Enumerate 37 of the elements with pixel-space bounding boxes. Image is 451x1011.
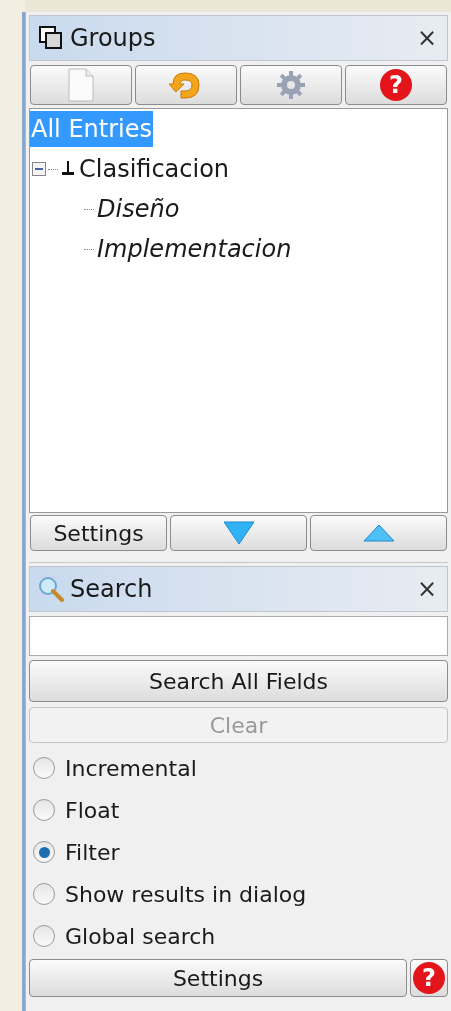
radio-label: Incremental [65, 754, 197, 783]
new-button[interactable] [30, 65, 132, 105]
tree-item[interactable]: Diseño [96, 191, 181, 227]
search-all-fields-button[interactable]: Search All Fields [29, 660, 448, 702]
help-icon: ? [380, 69, 412, 101]
gear-icon [276, 70, 306, 100]
help-button[interactable]: ? [345, 65, 447, 105]
radio-label: Global search [65, 922, 216, 951]
panel-title: Search [70, 574, 154, 605]
page-icon [68, 68, 94, 102]
tree-item[interactable]: Clasificacion [78, 151, 231, 187]
collapse-toggle[interactable] [32, 162, 46, 176]
move-down-button[interactable] [170, 515, 307, 551]
move-up-button[interactable] [310, 515, 447, 551]
refresh-button[interactable] [135, 65, 237, 105]
pin-icon [61, 161, 75, 177]
panel-title: Groups [70, 23, 157, 54]
radio-label: Float [65, 796, 120, 825]
radio-button[interactable] [33, 883, 55, 905]
search-field[interactable] [29, 616, 448, 656]
radio-button[interactable] [33, 925, 55, 947]
settings-button[interactable] [240, 65, 342, 105]
radio-label: Filter [65, 838, 120, 867]
down-triangle-icon [222, 521, 255, 545]
close-button[interactable]: × [415, 571, 439, 607]
radio-button[interactable] [33, 799, 55, 821]
windows-icon [38, 25, 64, 51]
close-button[interactable]: × [415, 20, 439, 56]
radio-label: Show results in dialog [65, 880, 307, 909]
up-triangle-icon [362, 524, 395, 542]
radio-button[interactable] [33, 757, 55, 779]
radio-button[interactable] [33, 841, 55, 863]
settings-button[interactable]: Settings [30, 515, 167, 551]
settings-button[interactable]: Settings [29, 959, 407, 997]
tree-item[interactable]: Implementacion [96, 231, 293, 267]
search-icon [38, 576, 64, 602]
curved-arrow-icon [169, 70, 203, 100]
